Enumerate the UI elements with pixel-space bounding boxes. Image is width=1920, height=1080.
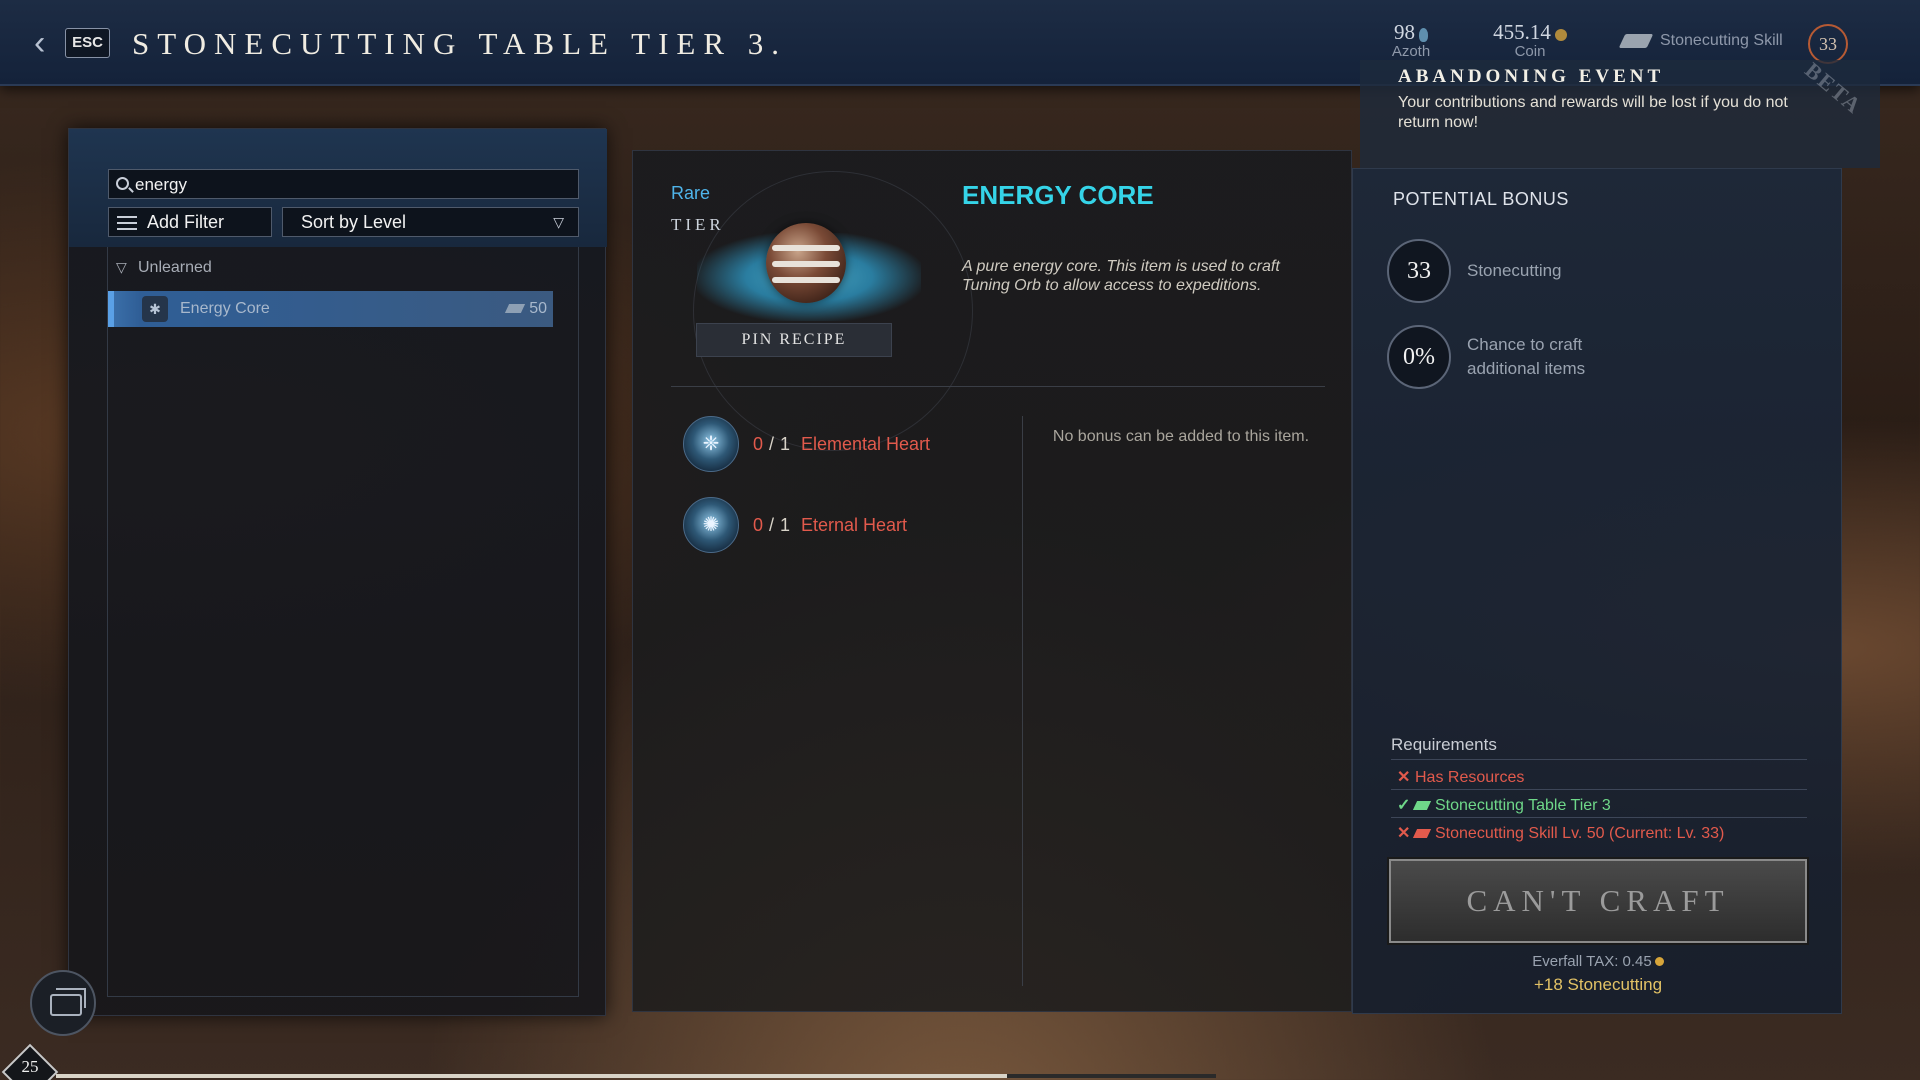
- bonus-panel: POTENTIAL BONUS 33 Stonecutting 0% Chanc…: [1352, 168, 1842, 1014]
- check-icon: ✓: [1397, 797, 1411, 814]
- skill-readout: Stonecutting Skill: [1618, 32, 1783, 50]
- item-name: ENERGY CORE: [962, 180, 1154, 210]
- ingredient-slot[interactable]: ❈ 0/1 Elemental Heart: [683, 416, 1013, 472]
- tax-value: Everfall TAX: 0.45: [1532, 953, 1652, 970]
- chevron-down-icon: ▽: [553, 214, 564, 230]
- add-filter-button[interactable]: Add Filter: [108, 207, 272, 237]
- divider: [1391, 789, 1807, 790]
- item-tier-label: TIER: [671, 215, 725, 234]
- divider: [1022, 416, 1023, 986]
- event-title: ABANDONING EVENT: [1398, 66, 1665, 87]
- recipe-level-value: 50: [529, 300, 547, 317]
- xp-progress-bar: [56, 1074, 1216, 1078]
- ingredient-name: Eternal Heart: [801, 515, 908, 535]
- skill-bonus-circle: 33: [1387, 239, 1451, 303]
- ingredient-have: 0: [753, 515, 764, 535]
- divider: [1391, 759, 1807, 760]
- skill-label: Stonecutting Skill: [1660, 32, 1783, 49]
- recipe-detail-panel: Rare TIER PIN RECIPE ENERGY CORE A pure …: [632, 150, 1352, 1012]
- ingredient-have: 0: [753, 434, 764, 454]
- xp-progress-fill: [56, 1074, 1008, 1078]
- item-rarity: Rare: [671, 183, 711, 203]
- eternal-heart-icon: ✺: [683, 497, 739, 553]
- no-bonus-text: No bonus can be added to this item.: [1052, 428, 1310, 445]
- recipe-list-panel: Add Filter Sort by Level ▽ ▽ Unlearned ✱ …: [68, 128, 607, 1016]
- elemental-heart-icon: ❈: [683, 416, 739, 472]
- coin-label: Coin: [1514, 43, 1546, 60]
- xp-gain-text: +18 Stonecutting: [1533, 975, 1663, 994]
- requirement-has-resources: ✕ Has Resources: [1397, 767, 1524, 787]
- tax-text: Everfall TAX: 0.45: [1353, 953, 1843, 970]
- recipe-row-energy-core[interactable]: ✱ Energy Core 50: [108, 291, 553, 327]
- skill-gem-icon: [1412, 829, 1432, 839]
- recipe-name: Energy Core: [180, 300, 270, 317]
- coin-readout: 455.14 Coin: [1480, 20, 1580, 60]
- group-header-unlearned[interactable]: ▽ Unlearned: [116, 259, 212, 277]
- requirement-table-tier: ✓ Stonecutting Table Tier 3: [1397, 795, 1611, 815]
- energy-core-icon: ✱: [142, 296, 168, 322]
- search-input[interactable]: [135, 173, 565, 197]
- group-label: Unlearned: [138, 259, 212, 276]
- ingredient-name: Elemental Heart: [801, 434, 931, 454]
- page-title: STONECUTTING TABLE TIER 3.: [132, 26, 788, 61]
- requirement-text: Stonecutting Skill Lv. 50 (Current: Lv. …: [1435, 825, 1725, 842]
- item-description: A pure energy core. This item is used to…: [962, 258, 1280, 294]
- ingredient-count: 0/1: [753, 515, 791, 535]
- stonecutting-skill-icon: [1618, 33, 1654, 48]
- station-icon: [1412, 801, 1432, 811]
- ingredient-slot[interactable]: ✺ 0/1 Eternal Heart: [683, 497, 1013, 553]
- sort-dropdown[interactable]: Sort by Level ▽: [282, 207, 579, 237]
- coin-icon: [1554, 29, 1567, 42]
- azoth-readout: 98 Azoth: [1376, 20, 1446, 60]
- chance-bonus-circle: 0%: [1387, 325, 1451, 389]
- chance-bonus-label: Chance to craft additional items: [1467, 335, 1586, 378]
- azoth-value: 98: [1394, 20, 1415, 44]
- collapse-arrow-icon: ▽: [116, 259, 127, 275]
- requirement-skill-level: ✕ Stonecutting Skill Lv. 50 (Current: Lv.…: [1397, 823, 1724, 843]
- add-filter-label: Add Filter: [147, 212, 225, 232]
- filter-sliders-icon: [117, 214, 137, 230]
- event-text: Your contributions and rewards will be l…: [1398, 94, 1788, 131]
- player-level: 25: [21, 1057, 39, 1076]
- skill-gem-icon: [505, 304, 526, 313]
- recipe-level: 50: [505, 300, 547, 318]
- azoth-icon: [1419, 28, 1428, 43]
- fail-x-icon: ✕: [1397, 825, 1411, 842]
- craft-button[interactable]: CAN'T CRAFT: [1387, 857, 1809, 945]
- ingredient-need: 1: [780, 515, 791, 535]
- chat-icon[interactable]: [30, 970, 96, 1036]
- sort-label: Sort by Level: [301, 212, 407, 232]
- esc-button[interactable]: ESC: [65, 28, 110, 58]
- requirements-title: Requirements: [1391, 735, 1497, 754]
- coin-icon: [1654, 957, 1664, 966]
- pin-recipe-button[interactable]: PIN RECIPE: [696, 323, 892, 357]
- energy-core-item-icon: [766, 223, 846, 303]
- back-arrow-icon[interactable]: ‹: [34, 26, 56, 60]
- recipe-filter-header: Add Filter Sort by Level ▽: [69, 129, 607, 247]
- requirement-text: Has Resources: [1415, 769, 1525, 786]
- recipe-list: ▽ Unlearned ✱ Energy Core 50: [107, 247, 579, 997]
- ingredient-need: 1: [780, 434, 791, 454]
- ingredient-count: 0/1: [753, 434, 791, 454]
- azoth-label: Azoth: [1391, 43, 1431, 60]
- divider: [671, 386, 1325, 387]
- requirement-text: Stonecutting Table Tier 3: [1435, 797, 1611, 814]
- divider: [1391, 817, 1807, 818]
- skill-bonus-label: Stonecutting: [1467, 261, 1562, 280]
- coin-value: 455.14: [1493, 20, 1551, 44]
- fail-x-icon: ✕: [1397, 769, 1411, 786]
- search-box[interactable]: [108, 169, 579, 199]
- potential-bonus-title: POTENTIAL BONUS: [1393, 189, 1569, 209]
- search-icon: [116, 177, 129, 190]
